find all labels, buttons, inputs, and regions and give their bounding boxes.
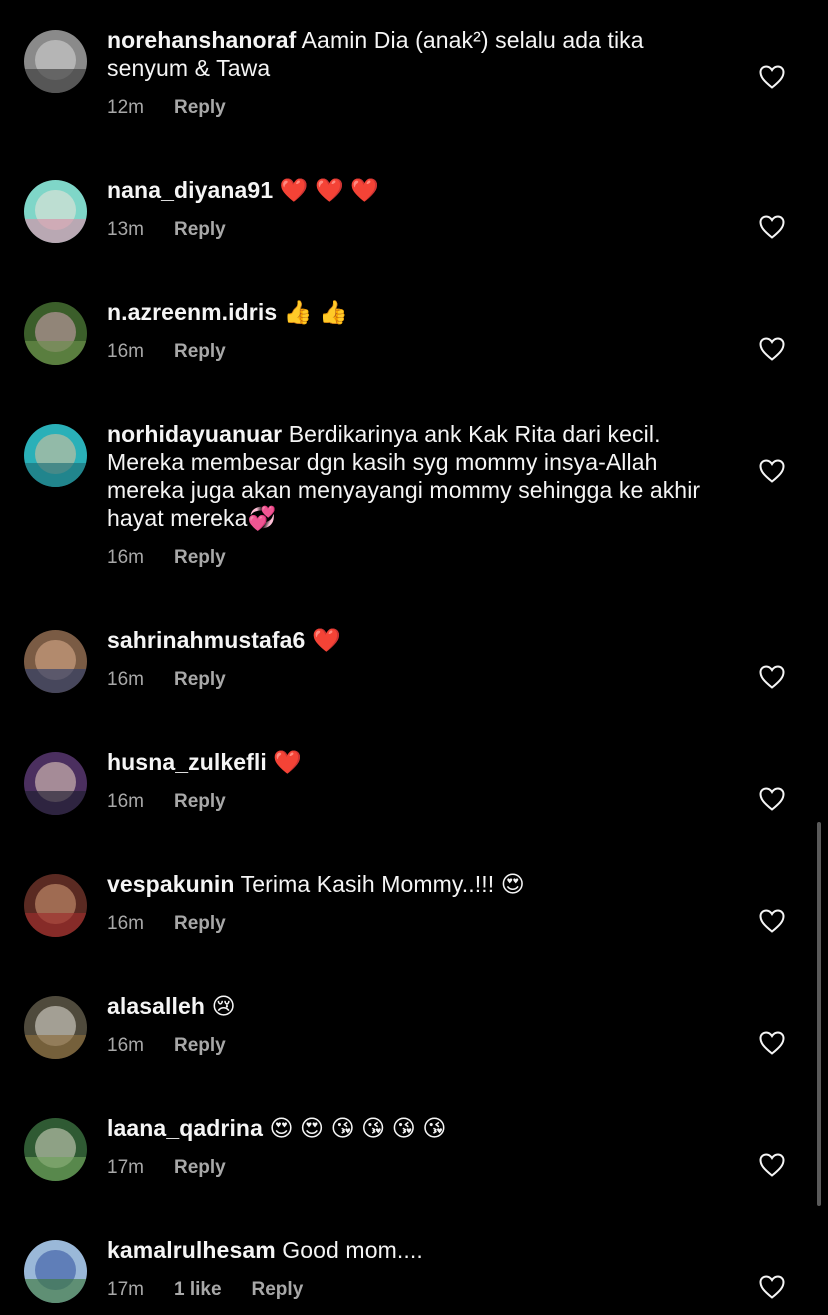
comment-body: kamalrulhesam Good mom.... 17m 1 like Reply	[107, 1236, 727, 1302]
username-link[interactable]: n.azreenm.idris	[107, 299, 277, 325]
timestamp: 12m	[107, 97, 144, 118]
comment-body: alasalleh 😢 16m Reply	[107, 992, 727, 1058]
comment-meta: 16m Reply	[107, 668, 727, 692]
comment-text: vespakunin Terima Kasih Mommy..!!! 😍	[107, 870, 727, 898]
avatar[interactable]	[24, 630, 87, 693]
username-link[interactable]: alasalleh	[107, 993, 205, 1019]
reply-button[interactable]: Reply	[252, 1278, 304, 1302]
comment-meta: 12m Reply	[107, 96, 727, 120]
username-link[interactable]: norehanshanoraf	[107, 27, 296, 53]
comment-text: norhidayuanuar Berdikarinya ank Kak Rita…	[107, 420, 727, 532]
comment-text: nana_diyana91 ❤️ ❤️ ❤️	[107, 176, 727, 204]
reply-button[interactable]: Reply	[174, 668, 226, 692]
comment-body: husna_zulkefli ❤️ 16m Reply	[107, 748, 727, 814]
username-link[interactable]: vespakunin	[107, 871, 235, 897]
heart-outline-icon[interactable]	[758, 786, 786, 812]
like-count[interactable]: 1 like	[174, 1278, 222, 1302]
reply-button[interactable]: Reply	[174, 1034, 226, 1058]
heart-outline-icon[interactable]	[758, 664, 786, 690]
comment-meta: 13m Reply	[107, 218, 727, 242]
timestamp: 16m	[107, 791, 144, 812]
comment-text: husna_zulkefli ❤️	[107, 748, 727, 776]
avatar[interactable]	[24, 180, 87, 243]
heart-outline-icon[interactable]	[758, 214, 786, 240]
avatar[interactable]	[24, 874, 87, 937]
comment-message: Good mom....	[282, 1237, 423, 1263]
avatar[interactable]	[24, 1118, 87, 1181]
timestamp: 16m	[107, 547, 144, 568]
comment-body: n.azreenm.idris 👍 👍 16m Reply	[107, 298, 727, 364]
comment-meta: 16m Reply	[107, 912, 727, 936]
comment-meta: 17m Reply	[107, 1156, 727, 1180]
comment-text: alasalleh 😢	[107, 992, 727, 1020]
scrollbar[interactable]	[817, 822, 821, 1206]
timestamp: 16m	[107, 913, 144, 934]
username-link[interactable]: husna_zulkefli	[107, 749, 267, 775]
timestamp: 16m	[107, 669, 144, 690]
comment-meta: 17m 1 like Reply	[107, 1278, 727, 1302]
reply-button[interactable]: Reply	[174, 912, 226, 936]
timestamp: 17m	[107, 1157, 144, 1178]
reply-button[interactable]: Reply	[174, 218, 226, 242]
username-link[interactable]: sahrinahmustafa6	[107, 627, 305, 653]
username-link[interactable]: nana_diyana91	[107, 177, 273, 203]
heart-outline-icon[interactable]	[758, 1152, 786, 1178]
comment-message: ❤️	[273, 749, 303, 775]
reply-button[interactable]: Reply	[174, 790, 226, 814]
heart-outline-icon[interactable]	[758, 458, 786, 484]
username-link[interactable]: norhidayuanuar	[107, 421, 282, 447]
comment-body: norhidayuanuar Berdikarinya ank Kak Rita…	[107, 420, 727, 570]
avatar[interactable]	[24, 996, 87, 1059]
comment-meta: 16m Reply	[107, 340, 727, 364]
comment-message: ❤️ ❤️ ❤️	[279, 177, 379, 203]
comment-message: ❤️	[311, 627, 341, 653]
comment-body: norehanshanoraf Aamin Dia (anak²) selalu…	[107, 26, 727, 120]
heart-outline-icon[interactable]	[758, 64, 786, 90]
username-link[interactable]: laana_qadrina	[107, 1115, 263, 1141]
comment-body: sahrinahmustafa6 ❤️ 16m Reply	[107, 626, 727, 692]
comment-meta: 16m Reply	[107, 1034, 727, 1058]
comment-text: laana_qadrina 😍 😍 😘 😘 😘 😘	[107, 1114, 727, 1142]
reply-button[interactable]: Reply	[174, 340, 226, 364]
avatar[interactable]	[24, 302, 87, 365]
timestamp: 16m	[107, 341, 144, 362]
avatar[interactable]	[24, 424, 87, 487]
comment-meta: 16m Reply	[107, 790, 727, 814]
comment-text: norehanshanoraf Aamin Dia (anak²) selalu…	[107, 26, 727, 82]
comment-message: Terima Kasih Mommy..!!! 😍	[240, 871, 525, 897]
avatar[interactable]	[24, 30, 87, 93]
avatar[interactable]	[24, 752, 87, 815]
reply-button[interactable]: Reply	[174, 1156, 226, 1180]
timestamp: 16m	[107, 1035, 144, 1056]
reply-button[interactable]: Reply	[174, 546, 226, 570]
heart-outline-icon[interactable]	[758, 1274, 786, 1300]
comment-meta: 16m Reply	[107, 546, 727, 570]
comment-text: kamalrulhesam Good mom....	[107, 1236, 727, 1264]
timestamp: 17m	[107, 1279, 144, 1300]
comment-body: laana_qadrina 😍 😍 😘 😘 😘 😘 17m Reply	[107, 1114, 727, 1180]
comment-body: nana_diyana91 ❤️ ❤️ ❤️ 13m Reply	[107, 176, 727, 242]
comment-message: 👍 👍	[283, 299, 348, 325]
comment-message: 😢	[211, 993, 236, 1019]
avatar[interactable]	[24, 1240, 87, 1303]
username-link[interactable]: kamalrulhesam	[107, 1237, 276, 1263]
reply-button[interactable]: Reply	[174, 96, 226, 120]
comment-message: 😍 😍 😘 😘 😘 😘	[269, 1115, 447, 1141]
comment-text: n.azreenm.idris 👍 👍	[107, 298, 727, 326]
heart-outline-icon[interactable]	[758, 908, 786, 934]
comment-text: sahrinahmustafa6 ❤️	[107, 626, 727, 654]
heart-outline-icon[interactable]	[758, 1030, 786, 1056]
timestamp: 13m	[107, 219, 144, 240]
comment-body: vespakunin Terima Kasih Mommy..!!! 😍 16m R…	[107, 870, 727, 936]
heart-outline-icon[interactable]	[758, 336, 786, 362]
